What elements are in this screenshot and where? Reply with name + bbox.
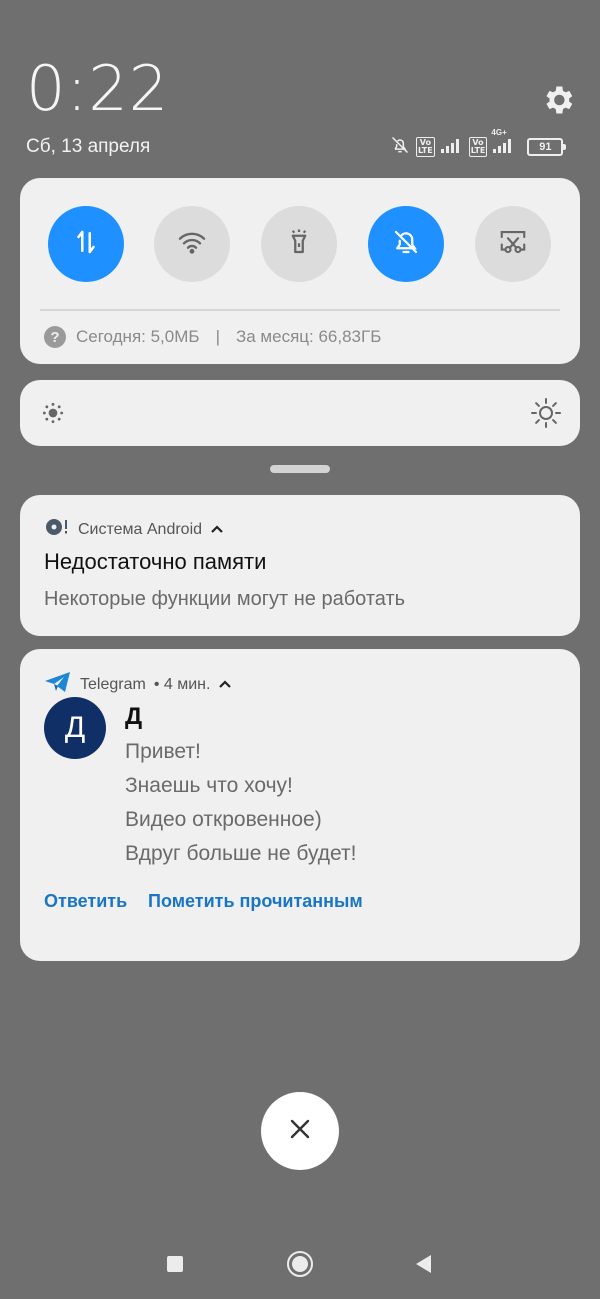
scissors-screenshot-icon <box>498 227 528 262</box>
close-icon <box>289 1118 311 1145</box>
usage-separator: | <box>215 327 220 346</box>
volte-icon-2: Vo LTE <box>468 137 488 157</box>
brightness-low-icon <box>40 400 66 431</box>
mobile-data-toggle[interactable] <box>48 206 124 282</box>
wifi-icon <box>176 226 208 263</box>
flashlight-toggle[interactable] <box>261 206 337 282</box>
usage-today: Сегодня: 5,0МБ <box>76 327 200 346</box>
quick-settings-panel: ? Сегодня: 5,0МБ | За месяц: 66,83ГБ <box>20 178 580 364</box>
avatar: Д <box>44 697 106 759</box>
reply-button[interactable]: Ответить <box>44 891 127 912</box>
app-name: Система Android <box>78 520 203 538</box>
usage-month: За месяц: 66,83ГБ <box>235 327 382 346</box>
silent-toggle[interactable] <box>368 206 444 282</box>
help-icon: ? <box>44 326 66 348</box>
data-transfer-icon <box>71 227 101 262</box>
message-line: Знаешь что хочу! <box>125 774 293 797</box>
settings-gear-icon[interactable] <box>540 82 576 118</box>
brightness-high-icon <box>530 397 562 434</box>
drag-handle[interactable] <box>270 465 330 473</box>
recents-button[interactable] <box>167 1256 183 1272</box>
home-icon <box>292 1256 308 1272</box>
flashlight-icon <box>284 227 314 262</box>
clock: 0:22 <box>26 52 170 125</box>
app-row: Система Android <box>44 517 224 542</box>
brightness-slider[interactable] <box>20 380 580 446</box>
bell-off-status-icon <box>390 135 410 160</box>
chevron-up-icon[interactable] <box>218 676 232 694</box>
android-system-icon <box>44 517 70 542</box>
home-button[interactable] <box>287 1251 313 1277</box>
status-icons: Vo LTE Vo LTE 4G+ 91 <box>390 128 567 160</box>
message-line: Привет! <box>125 740 201 763</box>
mark-read-button[interactable]: Пометить прочитанным <box>148 891 363 912</box>
qs-divider <box>40 309 560 311</box>
notification-text: Некоторые функции могут не работать <box>44 588 406 610</box>
bell-off-icon <box>391 227 421 262</box>
data-usage-row[interactable]: ? Сегодня: 5,0МБ | За месяц: 66,83ГБ <box>44 326 381 348</box>
notification-telegram[interactable]: Telegram • 4 мин. Д Д Привет! Знаешь что… <box>20 649 580 961</box>
signal-icon-1 <box>440 137 463 158</box>
app-name: Telegram <box>80 675 146 693</box>
network-type-label: 4G+ <box>491 127 507 137</box>
wifi-toggle[interactable] <box>154 206 230 282</box>
notification-android[interactable]: Система Android Недостаточно памяти Неко… <box>20 495 580 636</box>
message-line: Вдруг больше не будет! <box>125 842 357 865</box>
chevron-up-icon[interactable] <box>210 521 224 539</box>
signal-icon-2: 4G+ <box>491 128 515 158</box>
battery-icon: 91 <box>527 138 567 156</box>
date-label: Сб, 13 апреля <box>26 136 151 157</box>
back-button[interactable] <box>414 1254 434 1279</box>
screenshot-toggle[interactable] <box>475 206 551 282</box>
sender-name: Д <box>125 703 143 730</box>
message-line: Видео откровенное) <box>125 808 322 831</box>
notification-time: • 4 мин. <box>153 675 211 693</box>
clear-all-button[interactable] <box>261 1092 339 1170</box>
telegram-icon <box>44 671 72 698</box>
volte-icon: Vo LTE <box>416 137 435 157</box>
notification-title: Недостаточно памяти <box>44 549 267 574</box>
app-row: Telegram • 4 мин. <box>44 671 232 698</box>
